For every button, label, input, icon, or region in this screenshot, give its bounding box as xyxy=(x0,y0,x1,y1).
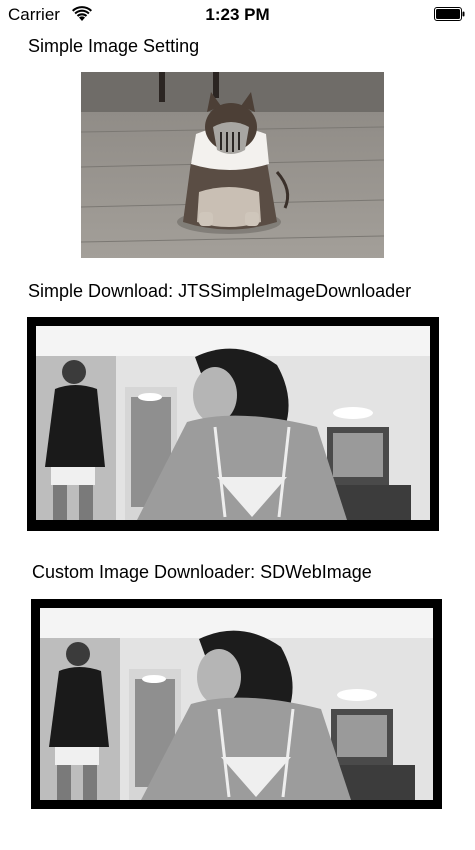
status-bar: Carrier 1:23 PM xyxy=(0,0,475,30)
battery-icon xyxy=(434,7,465,21)
section-label-custom-image-downloader: Custom Image Downloader: SDWebImage xyxy=(32,562,372,582)
room-photo-grayscale xyxy=(27,317,439,531)
section-label-simple-download: Simple Download: JTSSimpleImageDownloade… xyxy=(28,281,412,301)
cat-in-mask-photo xyxy=(81,72,384,258)
clock-time: 1:23 PM xyxy=(205,5,270,24)
section-label-simple-image-setting: Simple Image Setting xyxy=(28,36,200,56)
room-photo-grayscale xyxy=(31,599,442,809)
